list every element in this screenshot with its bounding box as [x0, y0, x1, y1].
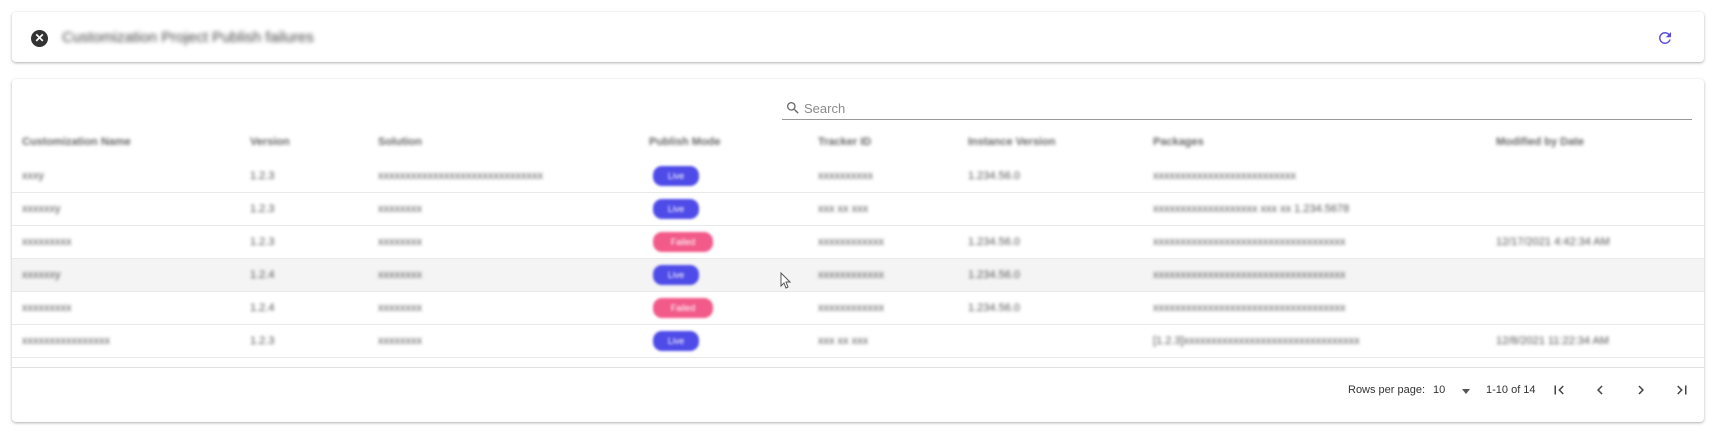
status-badge: Failed	[653, 298, 713, 318]
cell-instance-version: 1.234.56.0	[968, 236, 1020, 248]
cell-solution: xxxxxxxx	[378, 236, 422, 248]
chevron-right-icon[interactable]	[1632, 381, 1650, 399]
rows-per-page-label: Rows per page:	[1348, 384, 1426, 396]
cell-instance-version: 1.234.56.0	[968, 269, 1020, 281]
cell-tracker-id: xxxxxxxxxxxx	[818, 269, 884, 281]
cell-tracker-id: xxxxxxxxxx	[818, 170, 873, 182]
cell-solution: xxxxxxxx	[378, 302, 422, 314]
cell-customization-name: xxxxxxy	[22, 203, 61, 215]
cell-solution: xxxxxxxx	[378, 335, 422, 347]
pagination-range: 1-10 of 14	[1486, 384, 1536, 396]
cell-modified-by-date: 12/17/2021 4:42:34 AM	[1496, 236, 1610, 248]
cell-instance-version: 1.234.56.0	[968, 302, 1020, 314]
cell-packages: xxxxxxxxxxxxxxxxxxxxxxxxxxxxxxxxxxx	[1153, 269, 1346, 281]
cell-packages: [1.2.3]xxxxxxxxxxxxxxxxxxxxxxxxxxxxxxxx	[1153, 335, 1360, 347]
column-header-instance-version[interactable]: Instance Version	[968, 136, 1055, 148]
cell-customization-name: xxxy	[22, 170, 44, 182]
search-bar	[782, 97, 1692, 120]
cell-solution: xxxxxxxx	[378, 269, 422, 281]
header-card: ✕ Customization Project Publish failures	[12, 12, 1704, 62]
cell-customization-name: xxxxxxxxx	[22, 236, 72, 248]
first-page-icon[interactable]	[1550, 381, 1568, 399]
search-icon	[787, 102, 799, 114]
cell-tracker-id: xxx xx xxx	[818, 335, 869, 347]
table-card: Customization Name Version Solution Publ…	[12, 79, 1704, 422]
last-page-icon[interactable]	[1673, 381, 1691, 399]
rows-per-page-select[interactable]: 10	[1433, 384, 1445, 396]
table-row[interactable]: xxxxxxy 1.2.4 xxxxxxxx Live xxxxxxxxxxxx…	[12, 259, 1704, 292]
table-row[interactable]: xxxxxxxxx 1.2.3 xxxxxxxx Failed xxxxxxxx…	[12, 226, 1704, 259]
cell-packages: xxxxxxxxxxxxxxxxxxxxxxxxxxxxxxxxxxx	[1153, 302, 1346, 314]
status-badge: Live	[653, 265, 699, 285]
status-badge: Live	[653, 199, 699, 219]
table-row[interactable]: xxxxxxxxxxxxxxxx 1.2.3 xxxxxxxx Live xxx…	[12, 325, 1704, 358]
close-icon[interactable]: ✕	[31, 30, 48, 47]
status-badge: Live	[653, 166, 699, 186]
cell-instance-version: 1.234.56.0	[968, 170, 1020, 182]
search-input[interactable]	[802, 97, 1686, 119]
cell-packages: xxxxxxxxxxxxxxxxxxx xxx xx 1.234.5678	[1153, 203, 1350, 215]
status-badge: Failed	[653, 232, 713, 252]
cell-version: 1.2.3	[250, 203, 275, 215]
mouse-cursor-icon	[780, 272, 792, 289]
cell-solution: xxxxxxxx	[378, 203, 422, 215]
table-row[interactable]: xxxy 1.2.3 xxxxxxxxxxxxxxxxxxxxxxxxxxxxx…	[12, 160, 1704, 193]
cell-version: 1.2.3	[250, 236, 275, 248]
cell-packages: xxxxxxxxxxxxxxxxxxxxxxxxxxxxxxxxxxx	[1153, 236, 1346, 248]
cell-tracker-id: xxx xx xxx	[818, 203, 869, 215]
column-header-customization-name[interactable]: Customization Name	[22, 136, 131, 148]
cell-customization-name: xxxxxxy	[22, 269, 61, 281]
cell-tracker-id: xxxxxxxxxxxx	[818, 236, 884, 248]
chevron-down-icon[interactable]	[1462, 389, 1470, 394]
table-row[interactable]: xxxxxxy 1.2.3 xxxxxxxx Live xxx xx xxx x…	[12, 193, 1704, 226]
column-header-tracker-id[interactable]: Tracker ID	[818, 136, 871, 148]
page-title: Customization Project Publish failures	[62, 29, 314, 46]
column-header-packages[interactable]: Packages	[1153, 136, 1204, 148]
cell-customization-name: xxxxxxxxx	[22, 302, 72, 314]
column-header-version[interactable]: Version	[250, 136, 290, 148]
footer-divider	[12, 367, 1704, 368]
cell-version: 1.2.3	[250, 335, 275, 347]
cell-packages: xxxxxxxxxxxxxxxxxxxxxxxxxx	[1153, 170, 1296, 182]
column-header-modified-by-date[interactable]: Modified by Date	[1496, 136, 1584, 148]
chevron-left-icon[interactable]	[1591, 381, 1609, 399]
column-header-publish-mode[interactable]: Publish Mode	[649, 136, 721, 148]
column-header-solution[interactable]: Solution	[378, 136, 422, 148]
cell-customization-name: xxxxxxxxxxxxxxxx	[22, 335, 110, 347]
table-row[interactable]: xxxxxxxxx 1.2.4 xxxxxxxx Failed xxxxxxxx…	[12, 292, 1704, 325]
cell-version: 1.2.4	[250, 269, 275, 281]
cell-solution: xxxxxxxxxxxxxxxxxxxxxxxxxxxxxx	[378, 170, 543, 182]
cell-version: 1.2.4	[250, 302, 275, 314]
cell-modified-by-date: 12/8/2021 11:22:34 AM	[1496, 335, 1609, 347]
cell-tracker-id: xxxxxxxxxxxx	[818, 302, 884, 314]
refresh-icon[interactable]	[1656, 29, 1674, 47]
status-badge: Live	[653, 331, 699, 351]
cell-version: 1.2.3	[250, 170, 275, 182]
